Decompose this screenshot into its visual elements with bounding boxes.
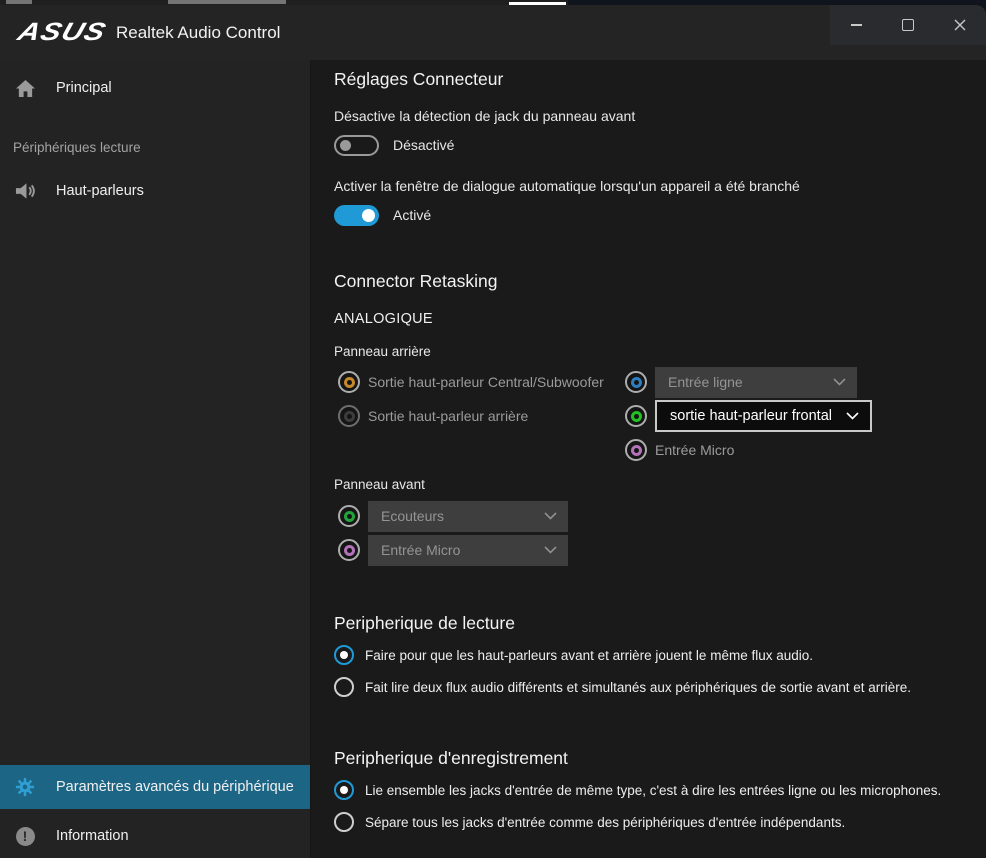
chevron-down-icon xyxy=(544,546,557,554)
background-text-fragment xyxy=(168,0,286,4)
rear-panel-row: Sortie haut-parleur arrière sortie haut-… xyxy=(334,399,986,433)
playback-option-two-streams[interactable]: Fait lire deux flux audio différents et … xyxy=(334,677,986,697)
jack-purple-icon xyxy=(625,439,647,461)
playback-option-same-stream[interactable]: Faire pour que les haut-parleurs avant e… xyxy=(334,645,986,665)
radio-label: Faire pour que les haut-parleurs avant e… xyxy=(365,648,813,663)
rear-panel-row: Entrée Micro xyxy=(334,433,986,467)
sidebar-item-label: Principal xyxy=(56,80,112,96)
jack-blue-icon xyxy=(625,371,647,393)
dropdown-value: Entrée ligne xyxy=(668,374,743,390)
info-icon: ! xyxy=(14,825,36,847)
asus-logo: ASUS xyxy=(14,18,110,47)
sidebar-item-label: Paramètres avancés du périphérique xyxy=(56,779,294,795)
headphones-dropdown[interactable]: Ecouteurs xyxy=(368,501,568,532)
chevron-down-icon xyxy=(846,412,859,420)
front-panel-label: Panneau avant xyxy=(334,477,986,492)
sidebar-item-label: Information xyxy=(56,828,129,844)
front-speaker-out-dropdown[interactable]: sortie haut-parleur frontal xyxy=(655,400,872,432)
jack-orange-icon xyxy=(338,371,360,393)
minimize-button[interactable] xyxy=(830,5,882,45)
maximize-button[interactable] xyxy=(882,5,934,45)
auto-popup-toggle[interactable] xyxy=(334,205,379,226)
sidebar-item-advanced-settings[interactable]: Paramètres avancés du périphérique xyxy=(0,765,310,809)
jack-gray-icon xyxy=(338,405,360,427)
home-icon xyxy=(14,77,36,99)
sidebar-item-principal[interactable]: Principal xyxy=(0,70,310,106)
sidebar-item-label: Haut-parleurs xyxy=(56,183,144,199)
sidebar: Principal Périphériques lecture Haut-par… xyxy=(0,60,310,858)
jack-detection-label: Désactive la détection de jack du pannea… xyxy=(334,107,986,126)
radio-label: Lie ensemble les jacks d'entrée de même … xyxy=(365,783,941,798)
jack-label: Sortie haut-parleur arrière xyxy=(368,408,528,424)
sidebar-bottom: Paramètres avancés du périphérique ! Inf… xyxy=(0,765,310,858)
dropdown-value: Entrée Micro xyxy=(381,542,460,558)
front-panel-rows: Ecouteurs Entrée Micro xyxy=(334,499,986,567)
realtek-audio-control-window: ASUS Realtek Audio Control xyxy=(0,5,986,858)
line-in-dropdown[interactable]: Entrée ligne xyxy=(655,367,857,398)
auto-popup-state: Activé xyxy=(393,207,431,223)
mic-in-dropdown[interactable]: Entrée Micro xyxy=(368,535,568,566)
section-title-connector-retasking: Connector Retasking xyxy=(334,270,986,292)
recording-option-separate-jacks[interactable]: Sépare tous les jacks d'entrée comme des… xyxy=(334,812,986,832)
front-panel-row: Entrée Micro xyxy=(334,533,986,567)
window-controls xyxy=(830,5,986,45)
sidebar-item-information[interactable]: ! Information xyxy=(0,814,310,858)
radio-unselected-icon[interactable] xyxy=(334,677,354,697)
radio-selected-icon[interactable] xyxy=(334,645,354,665)
main-content: Réglages Connecteur Désactive la détecti… xyxy=(310,60,986,858)
gear-icon xyxy=(14,776,36,798)
dropdown-value: Ecouteurs xyxy=(381,508,444,524)
auto-popup-toggle-row: Activé xyxy=(334,204,986,226)
dropdown-value: sortie haut-parleur frontal xyxy=(670,408,832,424)
close-icon xyxy=(954,19,966,31)
front-panel-row: Ecouteurs xyxy=(334,499,986,533)
chevron-down-icon xyxy=(544,512,557,520)
sidebar-section-playback-devices: Périphériques lecture xyxy=(0,140,310,155)
section-title-connector-settings: Réglages Connecteur xyxy=(334,68,986,90)
radio-label: Fait lire deux flux audio différents et … xyxy=(365,680,911,695)
jack-green-icon xyxy=(338,505,360,527)
jack-label: Sortie haut-parleur Central/Subwoofer xyxy=(368,374,604,390)
rear-panel-row: Sortie haut-parleur Central/Subwoofer En… xyxy=(334,365,986,399)
jack-detection-toggle[interactable] xyxy=(334,135,379,156)
sidebar-item-speakers[interactable]: Haut-parleurs xyxy=(0,173,310,209)
background-text-fragment xyxy=(6,0,32,4)
jack-detection-toggle-row: Désactivé xyxy=(334,134,986,156)
radio-unselected-icon[interactable] xyxy=(334,812,354,832)
minimize-icon xyxy=(851,24,862,26)
section-title-recording-device: Peripherique d'enregistrement xyxy=(334,747,986,769)
maximize-icon xyxy=(902,19,914,31)
auto-popup-label: Activer la fenêtre de dialogue automatiq… xyxy=(334,177,986,196)
jack-green-icon xyxy=(625,405,647,427)
recording-option-tie-jacks[interactable]: Lie ensemble les jacks d'entrée de même … xyxy=(334,780,986,800)
jack-detection-state: Désactivé xyxy=(393,137,454,153)
speaker-icon xyxy=(14,180,36,202)
window-title: Realtek Audio Control xyxy=(116,23,280,43)
jack-label: Entrée Micro xyxy=(655,442,734,458)
chevron-down-icon xyxy=(833,378,846,386)
screen: ASUS Realtek Audio Control xyxy=(0,0,986,858)
titlebar: ASUS Realtek Audio Control xyxy=(0,5,986,60)
section-title-playback-device: Peripherique de lecture xyxy=(334,612,986,634)
radio-label: Sépare tous les jacks d'entrée comme des… xyxy=(365,815,845,830)
rear-panel-label: Panneau arrière xyxy=(334,344,986,359)
subsection-analog: ANALOGIQUE xyxy=(334,311,986,327)
jack-purple-icon xyxy=(338,539,360,561)
close-button[interactable] xyxy=(934,5,986,45)
radio-selected-icon[interactable] xyxy=(334,780,354,800)
rear-panel-rows: Sortie haut-parleur Central/Subwoofer En… xyxy=(334,365,986,467)
